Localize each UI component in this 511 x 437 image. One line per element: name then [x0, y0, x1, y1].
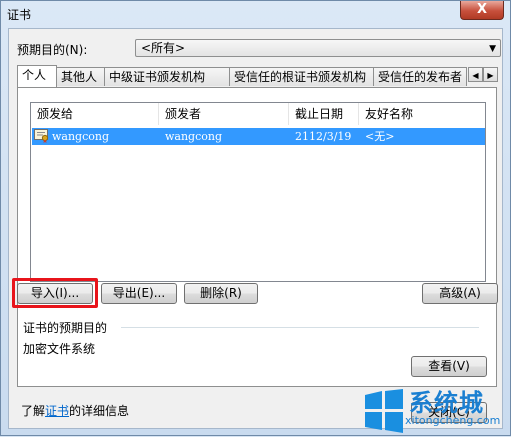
group-divider — [121, 327, 479, 328]
column-header-friendly-name[interactable]: 友好名称 — [359, 103, 485, 125]
watermark-logo: 系统城 xitongcheng.com — [361, 385, 511, 437]
cell-expiry-date: 2112/3/19 — [295, 130, 352, 143]
certificate-store-tabs: 个人 其他人 中级证书颁发机构 受信任的根证书颁发机构 受信任的发布者 ◀ ▶ — [17, 65, 498, 87]
cell-issued-to: wangcong — [52, 130, 110, 143]
tab-personal[interactable]: 个人 — [17, 65, 57, 87]
dialog-client-area: 预期目的(N): <所有> ▼ 个人 其他人 中级证书颁发机构 受信任的根证书颁… — [8, 28, 503, 429]
view-button[interactable]: 查看(V) — [411, 356, 487, 377]
tab-intermediate-ca[interactable]: 中级证书颁发机构 — [104, 67, 230, 86]
tab-scroll-right-button[interactable]: ▶ — [483, 67, 498, 82]
watermark-url: xitongcheng.com — [405, 414, 501, 427]
certificates-help-link[interactable]: 证书 — [45, 404, 69, 418]
column-header-issued-to[interactable]: 颁发给 — [31, 103, 159, 125]
advanced-button[interactable]: 高级(A) — [422, 283, 498, 304]
chevron-down-icon: ▼ — [489, 44, 496, 54]
column-header-issued-by[interactable]: 颁发者 — [159, 103, 289, 125]
close-window-button[interactable]: X — [460, 1, 504, 20]
window-title: 证书 — [7, 8, 32, 22]
tab-other-people[interactable]: 其他人 — [56, 67, 105, 86]
import-button[interactable]: 导入(I)... — [17, 283, 93, 304]
learn-more-text: 了解证书的详细信息 — [21, 402, 129, 419]
table-row[interactable]: wangcong wangcong 2112/3/19 <无> — [32, 128, 485, 145]
list-header: 颁发给 颁发者 截止日期 友好名称 — [31, 103, 485, 125]
close-icon: X — [476, 2, 488, 17]
tab-scroll-left-button[interactable]: ◀ — [468, 67, 483, 82]
title-bar[interactable]: 证书 X — [1, 1, 510, 27]
tab-trusted-root-ca[interactable]: 受信任的根证书颁发机构 — [229, 67, 374, 86]
intended-purposes-value: 加密文件系统 — [23, 342, 96, 356]
export-button[interactable]: 导出(E)... — [101, 283, 177, 304]
learn-more-prefix: 了解 — [21, 404, 46, 418]
purpose-selected-value: <所有> — [141, 41, 186, 55]
learn-more-suffix: 的详细信息 — [69, 404, 130, 418]
cell-friendly-name: <无> — [365, 130, 395, 143]
cell-issued-by: wangcong — [165, 130, 223, 143]
windows-logo-icon — [365, 389, 403, 433]
certificate-icon — [34, 129, 49, 143]
purpose-label: 预期目的(N): — [17, 43, 88, 57]
purpose-dropdown[interactable]: <所有> ▼ — [135, 39, 501, 57]
tab-trusted-publishers[interactable]: 受信任的发布者 — [373, 67, 467, 86]
intended-purposes-group-title: 证书的预期目的 — [23, 321, 108, 335]
column-header-expiry-date[interactable]: 截止日期 — [289, 103, 359, 125]
certificate-list[interactable]: 颁发给 颁发者 截止日期 友好名称 wangcong wangcong 2112… — [30, 102, 486, 282]
certificates-dialog: 证书 X 预期目的(N): <所有> ▼ 个人 其他人 中级证书颁发机构 受信任… — [0, 0, 511, 436]
watermark-text: 系统城 — [409, 389, 484, 417]
remove-button[interactable]: 删除(R) — [184, 283, 258, 304]
